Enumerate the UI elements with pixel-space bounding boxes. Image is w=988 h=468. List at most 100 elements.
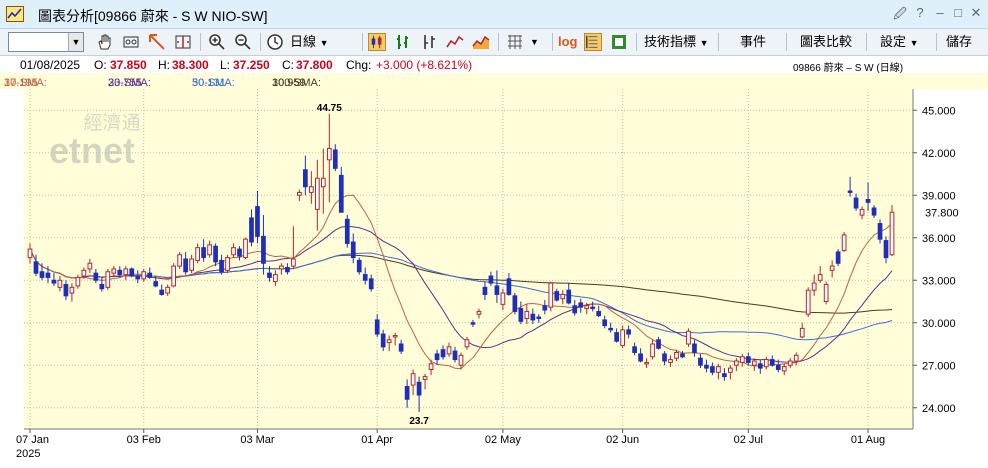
candle-body (781, 366, 787, 372)
candle-body (39, 271, 45, 278)
candle-body (512, 295, 518, 312)
minimize-button[interactable]: – (932, 5, 948, 20)
candle-body (452, 350, 458, 361)
candle-body (428, 363, 434, 371)
candle-body (662, 353, 667, 362)
candle-body (548, 282, 554, 308)
candle-body (231, 247, 236, 256)
candle-body (320, 177, 326, 188)
period-label: 日線 (290, 34, 317, 49)
hlc-bar-icon[interactable] (420, 33, 438, 51)
candle-body (494, 285, 500, 295)
candle-body (596, 310, 602, 317)
zoom-out-icon[interactable] (234, 33, 252, 51)
candle-body (267, 272, 272, 278)
candle-body (650, 343, 655, 358)
candle-body (57, 279, 63, 288)
candle-body (99, 284, 105, 290)
candle-body (817, 274, 823, 281)
grid-icon[interactable] (506, 33, 524, 51)
candle-body (464, 339, 470, 348)
candle-body (123, 268, 129, 276)
candle-body (75, 276, 81, 287)
candle-body (63, 284, 69, 297)
candle-body (518, 308, 524, 322)
period-dropdown[interactable]: 日線 ▼ (290, 32, 329, 52)
candle-body (536, 316, 542, 319)
info-open: 37.850 (110, 58, 147, 72)
sma-legend-bar: 10-SMA: 37.195 20-SMA: 33.755 50-SMA: 30… (0, 73, 988, 89)
candle-body (273, 274, 278, 283)
indicators-label: 技術指標 (644, 34, 697, 49)
candle-body (237, 248, 242, 257)
info-low: 37.250 (233, 58, 270, 72)
indicators-dropdown[interactable]: 技術指標 ▼ (644, 32, 709, 52)
candle-body (183, 258, 188, 273)
candle-body (530, 313, 536, 321)
candle-body (775, 364, 781, 370)
save-button[interactable]: 儲存 (946, 32, 972, 52)
export-icon[interactable] (610, 33, 628, 51)
close-button[interactable]: ✕ (968, 5, 984, 21)
candle-body (446, 346, 452, 355)
candle-body (207, 244, 212, 256)
log-scale-toggle[interactable]: log (558, 32, 578, 52)
candle-body (81, 269, 87, 277)
candle-body (368, 278, 374, 290)
info-chg-label: Chg: (346, 58, 372, 72)
x-tick-label: 01 Aug (851, 434, 885, 446)
candle-body (584, 305, 590, 310)
settings-dropdown[interactable]: 設定 ▼ (880, 32, 919, 52)
maximize-button[interactable]: □ (950, 5, 966, 20)
candle-body (751, 360, 757, 366)
candle-body (793, 354, 799, 362)
candle-body (141, 271, 147, 280)
draw-line-icon[interactable] (148, 33, 166, 51)
compare-button[interactable]: 圖表比較 (800, 32, 852, 52)
chart-area[interactable]: 經濟通 etnet 45.000 42.000 39.000 36.000 33.000 30… (0, 89, 988, 463)
fit-icon[interactable] (174, 33, 192, 51)
candle-body (362, 274, 368, 281)
candle-body (656, 339, 661, 349)
line-chart-icon[interactable] (446, 33, 464, 51)
candle-body (458, 354, 464, 366)
info-high-label: H: (158, 58, 170, 72)
candle-body (823, 284, 829, 302)
clock-icon[interactable] (266, 33, 284, 51)
crosshair-icon[interactable] (122, 33, 140, 51)
candle-body (674, 352, 679, 359)
candle-body (859, 208, 865, 216)
y-tick-label: 36.000 (922, 233, 956, 245)
candle-body (386, 339, 392, 344)
y-tick-label: 33.000 (922, 275, 956, 287)
title-bar: 圖表分析[09866 蔚來 - S W NIO-SW] 🖉 ? – □ ✕ (0, 0, 988, 29)
candle-body (488, 275, 494, 284)
candlestick-chart[interactable]: 經濟通etnet45.00042.00039.00036.00033.00030… (0, 89, 988, 463)
info-low-label: L: (220, 58, 231, 72)
watermark-logo: etnet (49, 130, 135, 171)
ohlc-info-bar: 01/08/2025 O: 37.850 H: 38.300 L: 37.250… (0, 56, 988, 74)
chevron-down-icon[interactable]: ▼ (68, 33, 83, 51)
candle-body (476, 310, 482, 315)
area-chart-icon[interactable] (472, 33, 490, 51)
hand-icon[interactable] (96, 33, 114, 51)
chevron-down-icon[interactable]: ▼ (530, 32, 539, 52)
zoom-in-icon[interactable] (208, 33, 226, 51)
ohlc-bar-icon[interactable] (394, 33, 412, 51)
candle-body (614, 332, 619, 342)
info-symbol: 09866 蔚來 – S W (日線) (793, 63, 904, 74)
scale-icon[interactable] (584, 33, 602, 51)
candle-body (344, 218, 350, 244)
candle-body (572, 305, 578, 314)
candle-body (566, 289, 572, 304)
chevron-down-icon: ▼ (319, 38, 329, 48)
events-button[interactable]: 事件 (740, 32, 766, 52)
candle-body (153, 281, 159, 287)
attach-icon[interactable]: 🖉 (892, 5, 908, 27)
chart-app-icon (6, 6, 24, 22)
info-close: 37.800 (296, 58, 333, 72)
help-button[interactable]: ? (912, 5, 928, 20)
candlestick-icon[interactable] (368, 33, 386, 51)
candle-body (392, 335, 398, 338)
symbol-combo[interactable]: ▼ (8, 32, 84, 52)
